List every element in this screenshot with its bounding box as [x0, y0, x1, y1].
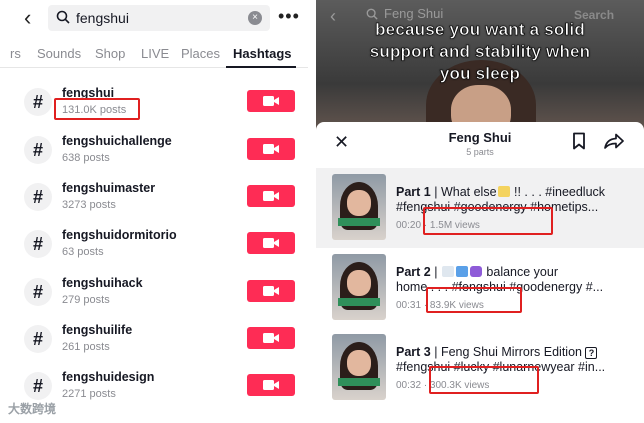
playlist-title: Feng Shui [448, 130, 512, 145]
caption-line-1: because you want a solid [375, 20, 585, 40]
tab-indicator [226, 66, 296, 68]
hashtag-row[interactable]: # fengshuichallenge 638 posts [0, 128, 308, 175]
hashtag-post-count: 638 posts [62, 152, 110, 164]
search-icon [366, 8, 378, 20]
hashtag-icon: # [24, 136, 52, 164]
question-emoji-icon: ? [585, 347, 598, 359]
camera-icon [263, 286, 279, 296]
video-series-screen: ‹ Feng Shui Search because you want a so… [316, 0, 644, 423]
hashtag-search-screen: ‹ fengshui × ••• rs Sounds Shop LIVE Pla… [0, 0, 308, 423]
hashtag-name: fengshuimaster [62, 181, 156, 195]
camera-icon [263, 191, 279, 201]
highlight-box [423, 207, 553, 235]
record-button[interactable] [247, 327, 295, 349]
hashtag-icon: # [24, 325, 52, 353]
caption-line-3: you sleep [439, 64, 521, 84]
video-search-input[interactable]: Feng Shui [366, 6, 443, 21]
back-icon[interactable]: ‹ [24, 6, 31, 30]
note-emoji-icon [497, 186, 510, 197]
camera-icon [263, 333, 279, 343]
caption-line-2: support and stability when [369, 42, 591, 62]
wave-emoji-icon [455, 266, 468, 277]
search-input[interactable]: fengshui × [48, 5, 270, 31]
divider [308, 0, 316, 423]
video-thumbnail [332, 254, 386, 320]
hashtag-post-count: 63 posts [62, 246, 104, 258]
video-search-query: Feng Shui [384, 6, 444, 21]
tab-live[interactable]: LIVE [141, 46, 169, 61]
camera-icon [263, 144, 279, 154]
hashtag-row[interactable]: # fengshui 131.0K posts [0, 80, 308, 127]
clear-icon[interactable]: × [248, 11, 262, 25]
record-button[interactable] [247, 232, 295, 254]
hashtag-name: fengshuichallenge [62, 134, 172, 148]
highlight-box [54, 98, 140, 120]
highlight-box [429, 366, 539, 394]
tab-users[interactable]: rs [10, 46, 21, 61]
video-thumbnail [332, 174, 386, 240]
camera-icon [263, 238, 279, 248]
search-query: fengshui [76, 10, 129, 26]
hashtag-name: fengshuihack [62, 276, 143, 290]
e-emoji-icon [469, 266, 482, 277]
record-button[interactable] [247, 374, 295, 396]
share-icon[interactable] [604, 133, 624, 149]
hashtag-row[interactable]: # fengshuilife 261 posts [0, 317, 308, 364]
hashtag-name: fengshuidormitorio [62, 228, 177, 242]
hashtag-name: fengshuidesign [62, 370, 155, 384]
tab-hashtags[interactable]: Hashtags [233, 46, 292, 61]
hashtag-name: fengshuilife [62, 323, 133, 337]
search-tabs: rs Sounds Shop LIVE Places Hashtags [0, 40, 308, 68]
playlist-parts: 5 parts [466, 147, 494, 157]
hashtag-post-count: 3273 posts [62, 199, 116, 211]
video-thumbnail [332, 334, 386, 400]
record-button[interactable] [247, 280, 295, 302]
record-button[interactable] [247, 90, 295, 112]
hashtag-row[interactable]: # fengshuimaster 3273 posts [0, 175, 308, 222]
tab-sounds[interactable]: Sounds [37, 46, 81, 61]
record-button[interactable] [247, 185, 295, 207]
hashtag-icon: # [24, 372, 52, 400]
hashtag-row[interactable]: # fengshuidormitorio 63 posts [0, 222, 308, 269]
camera-icon [263, 380, 279, 390]
hashtag-icon: # [24, 183, 52, 211]
hashtag-row[interactable]: # fengshuihack 279 posts [0, 270, 308, 317]
hashtag-icon: # [24, 88, 52, 116]
more-icon[interactable]: ••• [278, 6, 300, 27]
sparkle-emoji-icon [441, 266, 454, 277]
watermark: 大数跨境 [8, 402, 57, 416]
playlist-sheet: ✕ Feng Shui 5 parts Part 1 | What else !… [316, 122, 644, 423]
hashtag-post-count: 261 posts [62, 341, 110, 353]
highlight-box [426, 287, 522, 313]
tab-shop[interactable]: Shop [95, 46, 125, 61]
camera-icon [263, 96, 279, 106]
hashtag-icon: # [24, 230, 52, 258]
tab-places[interactable]: Places [181, 46, 220, 61]
bookmark-icon[interactable] [572, 132, 586, 150]
hashtag-post-count: 2271 posts [62, 388, 116, 400]
hashtag-icon: # [24, 278, 52, 306]
record-button[interactable] [247, 138, 295, 160]
search-icon [56, 10, 70, 24]
hashtag-post-count: 279 posts [62, 294, 110, 306]
